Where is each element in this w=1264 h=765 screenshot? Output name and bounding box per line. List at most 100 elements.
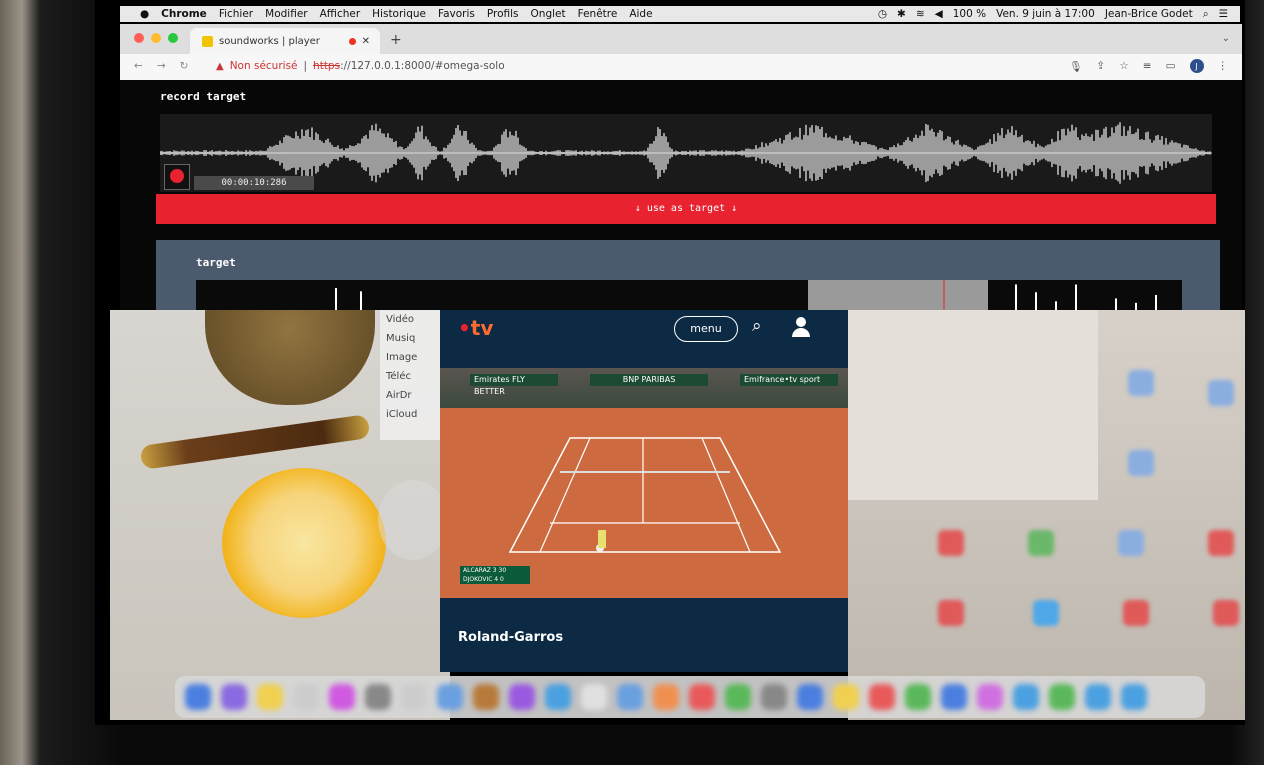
maximize-window-button[interactable] [168,33,178,43]
dock-app-icon[interactable] [185,684,211,710]
dock-app-icon[interactable] [833,684,859,710]
dock-app-icon[interactable] [1049,684,1075,710]
tab-favicon-icon [202,35,213,47]
record-button[interactable] [164,164,190,190]
side-panel-icon[interactable]: ▭ [1166,60,1176,72]
reload-button[interactable]: ↻ [180,60,189,72]
menu-aide[interactable]: Aide [629,8,652,20]
desktop-file-icon[interactable] [1028,530,1054,556]
desktop-file-icon[interactable] [1118,530,1144,556]
menu-afficher[interactable]: Afficher [320,8,361,20]
dock-app-icon[interactable] [761,684,787,710]
desktop-file-icon[interactable] [1208,380,1234,406]
microphone-icon[interactable]: 🎙 [1069,60,1082,73]
dock-app-icon[interactable] [977,684,1003,710]
dock-app-icon[interactable] [797,684,823,710]
menu-button[interactable]: menu [674,316,738,342]
close-window-button[interactable] [134,33,144,43]
browser-tabbar: soundworks | player ✕ + ⌄ [120,24,1242,54]
dock-app-icon[interactable] [581,684,607,710]
security-label: Non sécurisé [229,60,298,72]
desktop-file-icon[interactable] [1208,530,1234,556]
desktop-file-icon[interactable] [1123,600,1149,626]
dock-app-icon[interactable] [905,684,931,710]
dock-app-icon[interactable] [329,684,355,710]
bluetooth-icon[interactable]: ✱ [897,8,906,20]
profile-avatar[interactable]: J [1189,59,1204,73]
dock-app-icon[interactable] [401,684,427,710]
search-icon[interactable]: ⌕ [752,316,762,336]
knife [139,414,371,470]
browser-tab[interactable]: soundworks | player ✕ [190,28,380,54]
desktop-file-icon[interactable] [938,530,964,556]
mac-dock [175,676,1205,718]
address-bar: ← → ↻ ▲ Non sécurisé | https://127.0.0.1… [120,54,1242,81]
close-tab-icon[interactable]: ✕ [362,36,370,47]
francetv-logo[interactable]: •tv [458,316,493,340]
dock-app-icon[interactable] [221,684,247,710]
menu-favoris[interactable]: Favoris [438,8,475,20]
video-title: Roland-Garros [458,630,564,645]
battery-label[interactable]: 100 % [953,8,986,20]
target-title: target [196,256,236,269]
dock-app-icon[interactable] [869,684,895,710]
dock-app-icon[interactable] [365,684,391,710]
menu-historique[interactable]: Historique [372,8,426,20]
control-center-icon[interactable]: ☰ [1219,8,1228,20]
dock-app-icon[interactable] [1085,684,1111,710]
tennis-video[interactable]: Emirates FLY BETTER BNP PARIBAS Emifranc… [440,368,848,598]
dock-app-icon[interactable] [941,684,967,710]
spotlight-icon[interactable]: ⌕ [1203,8,1209,21]
desktop-file-icon[interactable] [1128,450,1154,476]
menu-onglet[interactable]: Onglet [531,8,566,20]
forward-button[interactable]: → [157,60,166,72]
dock-app-icon[interactable] [1013,684,1039,710]
dock-app-icon[interactable] [437,684,463,710]
dock-app-icon[interactable] [617,684,643,710]
apple-icon[interactable]: ● [140,8,149,20]
datetime-label[interactable]: Ven. 9 juin à 17:00 [996,8,1095,20]
dock-app-icon[interactable] [545,684,571,710]
url-field[interactable]: ▲ Non sécurisé | https://127.0.0.1:8000/… [216,60,505,72]
minimize-window-button[interactable] [151,33,161,43]
dock-app-icon[interactable] [1121,684,1147,710]
dock-app-icon[interactable] [689,684,715,710]
bookmark-star-icon[interactable]: ☆ [1119,60,1128,72]
desktop-file-icon[interactable] [1213,600,1239,626]
desktop-folder-icon[interactable] [1033,600,1059,626]
tab-list-chevron-icon[interactable]: ⌄ [1222,33,1230,44]
target-waveform [196,280,1182,310]
mac-menubar: ● Chrome Fichier Modifier Afficher Histo… [120,6,1240,22]
dock-app-icon[interactable] [257,684,283,710]
more-menu-icon[interactable]: ⋮ [1218,60,1229,72]
volume-icon[interactable]: ◀ [935,8,943,20]
back-button[interactable]: ← [134,60,143,72]
menu-fenetre[interactable]: Fenêtre [578,8,618,20]
score-overlay: ALCARAZ 3 30 DJOKOVIC 4 0 [460,566,530,584]
dock-app-icon[interactable] [293,684,319,710]
use-as-target-button[interactable]: ↓ use as target ↓ [156,194,1216,224]
warning-icon: ▲ [216,60,224,72]
new-tab-button[interactable]: + [390,32,402,48]
user-icon[interactable] [790,315,812,339]
timecode-display: 00:00:10:286 [194,176,314,190]
dock-app-icon[interactable] [653,684,679,710]
lemon-half [222,468,386,618]
share-icon[interactable]: ⇪ [1097,60,1106,72]
menu-app-name[interactable]: Chrome [161,8,207,20]
menu-modifier[interactable]: Modifier [265,8,307,20]
score-player2: DJOKOVIC 4 0 [463,576,504,583]
reading-list-icon[interactable]: ≡ [1143,60,1152,72]
time-machine-icon[interactable]: ◷ [878,8,887,20]
menu-profils[interactable]: Profils [487,8,519,20]
dock-app-icon[interactable] [509,684,535,710]
menu-fichier[interactable]: Fichier [219,8,253,20]
score-player1: ALCARAZ 3 30 [463,567,507,574]
dock-app-icon[interactable] [725,684,751,710]
desktop-file-icon[interactable] [938,600,964,626]
dock-app-icon[interactable] [473,684,499,710]
tab-title: soundworks | player [219,35,320,47]
wifi-icon[interactable]: ≋ [916,8,925,20]
desktop-file-icon[interactable] [1128,370,1154,396]
user-name[interactable]: Jean-Brice Godet [1105,8,1193,20]
